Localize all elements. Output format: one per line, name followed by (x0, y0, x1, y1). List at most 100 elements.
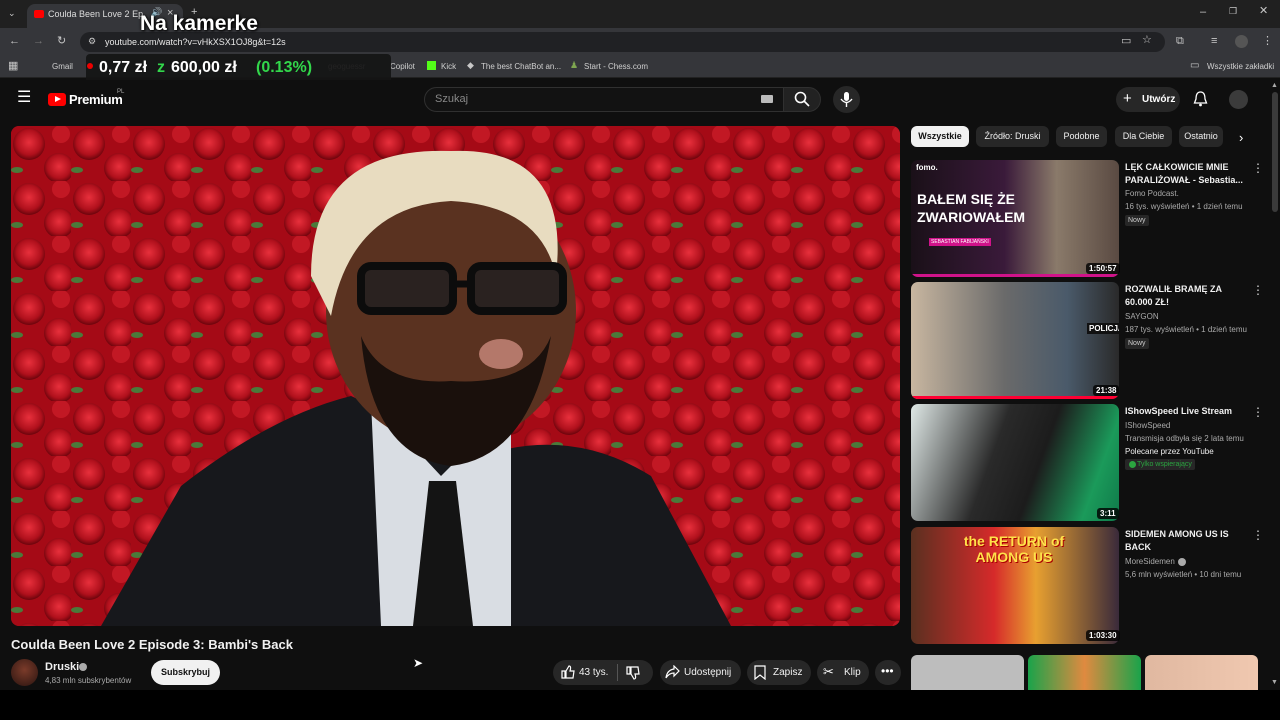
cast-icon[interactable]: ▭ (1121, 36, 1131, 47)
ticker-goal: 600,00 zł (171, 59, 237, 76)
short-thumbnail-3[interactable] (1145, 655, 1258, 690)
verified-badge-icon (79, 663, 87, 671)
rec3-title[interactable]: IShowSpeed Live Stream (1125, 405, 1245, 418)
rec2-channel[interactable]: SAYGON (1125, 312, 1159, 321)
bookmark-kick[interactable]: Kick (441, 62, 456, 71)
rec1-thumb-text: BAŁEM SIĘ ŻE ZWARIOWAŁEM (917, 191, 1026, 225)
chip-related[interactable]: Podobne (1056, 126, 1107, 147)
chess-icon: ♟ (570, 60, 579, 70)
rec3-recommended: Polecane przez YouTube (1125, 447, 1214, 456)
rec4-menu-icon[interactable]: ⋮ (1252, 529, 1264, 541)
short-thumbnail-2[interactable] (1028, 655, 1141, 690)
scroll-down-icon[interactable]: ▼ (1271, 679, 1278, 686)
ticker-percent: (0.13%) (256, 59, 313, 76)
search-icon (794, 91, 810, 107)
ticker-amount: 0,77 zł (99, 59, 148, 76)
rec2-thumb-text: POLICJA (1087, 323, 1119, 334)
chrome-menu-icon[interactable]: ⋮ (1262, 36, 1273, 47)
like-divider (617, 664, 618, 681)
youtube-play-icon (55, 96, 61, 102)
video-player[interactable] (11, 126, 900, 626)
keyboard-icon[interactable] (761, 95, 773, 103)
back-icon[interactable]: ← (9, 36, 20, 47)
window-close-icon[interactable]: ✕ (1259, 6, 1268, 17)
subscribe-button[interactable]: Subskrybuj (151, 660, 220, 685)
scissors-icon: ✂ (823, 664, 834, 679)
bookmark-chess[interactable]: Start - Chess.com (584, 62, 648, 71)
tab-title: Coulda Been Love 2 Episod (48, 9, 143, 19)
chatbot-icon: ◆ (467, 60, 474, 70)
channel-name[interactable]: Druski (45, 661, 79, 673)
like-icon[interactable] (561, 665, 575, 679)
screen-bottom-letterbox (0, 690, 1280, 720)
more-horizontal-icon: ••• (881, 664, 894, 678)
short-thumbnail-1[interactable] (911, 655, 1024, 690)
rec-thumbnail-1[interactable]: fomo. BAŁEM SIĘ ŻE ZWARIOWAŁEM SEBASTIAN… (911, 160, 1119, 277)
forward-icon[interactable]: → (33, 36, 44, 47)
extensions-icon[interactable]: ⧉ (1176, 36, 1184, 47)
tab-search-icon[interactable]: ⌄ (8, 9, 16, 18)
clip-label: Klip (844, 667, 861, 678)
rec2-progress (911, 396, 1119, 399)
rec2-meta: 187 tys. wyświetleń • 1 dzień temu (1125, 325, 1247, 334)
minimize-icon[interactable]: – (1200, 7, 1206, 18)
share-icon (665, 665, 680, 679)
create-label: Utwórz (1142, 94, 1176, 105)
rec-thumbnail-4[interactable]: the RETURN of AMONG US (911, 527, 1119, 644)
chips-next-chevron-icon[interactable]: › (1239, 130, 1243, 145)
rec2-menu-icon[interactable]: ⋮ (1252, 284, 1264, 296)
rec1-channel[interactable]: Fomo Podcast. (1125, 189, 1179, 198)
menu-hamburger-icon[interactable]: ☰ (17, 90, 31, 106)
kick-icon (427, 61, 436, 70)
apps-grid-icon[interactable]: ▦ (8, 61, 18, 72)
reload-icon[interactable]: ↻ (57, 36, 66, 47)
reading-list-icon[interactable]: ≡ (1211, 36, 1217, 47)
restore-icon[interactable]: ❐ (1229, 7, 1237, 16)
bookmark-chatbot[interactable]: The best ChatBot an... (481, 62, 561, 71)
url-text: youtube.com/watch?v=vHkXSX1OJ8g&t=12s (105, 37, 286, 47)
profile-avatar-icon[interactable] (1235, 35, 1248, 48)
notifications-bell-icon[interactable] (1193, 91, 1208, 107)
chip-for-you[interactable]: Dla Ciebie (1115, 126, 1172, 147)
rec1-meta: 16 tys. wyświetleń • 1 dzień temu (1125, 202, 1243, 211)
site-info-icon[interactable]: ⚙ (88, 37, 96, 46)
rec4-title[interactable]: SIDEMEN AMONG US IS BACK (1125, 528, 1245, 554)
chip-source-druski[interactable]: Źródło: Druski (976, 126, 1049, 147)
rec4-verified-icon (1178, 558, 1186, 566)
search-input[interactable] (424, 87, 784, 112)
scrollbar-thumb[interactable] (1272, 92, 1278, 212)
chip-all[interactable]: Wszystkie (911, 126, 969, 147)
channel-avatar[interactable] (11, 659, 38, 686)
chip-recent[interactable]: Ostatnio (1179, 126, 1223, 147)
rec4-channel[interactable]: MoreSidemen (1125, 557, 1175, 566)
save-label: Zapisz (773, 667, 803, 678)
rec-thumbnail-2[interactable]: POLICJA (911, 282, 1119, 399)
scroll-up-icon[interactable]: ▲ (1271, 82, 1278, 89)
live-dot-icon (87, 63, 93, 69)
plus-icon: + (1123, 90, 1132, 107)
rec-thumbnail-3[interactable] (911, 404, 1119, 521)
share-label: Udostępnij (684, 667, 732, 678)
rec1-title[interactable]: LĘK CAŁKOWICIE MNIE PARALIŻOWAŁ - Sebast… (1125, 161, 1245, 187)
rec3-menu-icon[interactable]: ⋮ (1252, 406, 1264, 418)
rec4-duration: 1:03:30 (1086, 630, 1120, 641)
dislike-icon[interactable] (626, 666, 640, 680)
folder-icon: ▭ (1190, 60, 1200, 71)
rec3-meta: Transmisja odbyła się 2 lata temu (1125, 434, 1244, 443)
video-frame (11, 126, 900, 626)
rec1-menu-icon[interactable]: ⋮ (1252, 162, 1264, 174)
search-placeholder: Szukaj (435, 93, 469, 105)
account-avatar[interactable] (1229, 90, 1248, 109)
like-count[interactable]: 43 tys. (579, 667, 608, 678)
rec2-title[interactable]: ROZWALIŁ BRAMĘ ZA 60.000 ZŁ! (1125, 283, 1245, 309)
logo-region: PL (117, 89, 125, 95)
bookmark-copilot[interactable]: Copilot (390, 62, 415, 71)
youtube-logo-text[interactable]: Premium (69, 92, 123, 107)
save-bookmark-icon (754, 665, 766, 680)
bookmark-gmail[interactable]: Gmail (52, 62, 73, 71)
rec3-channel[interactable]: IShowSpeed (1125, 421, 1170, 430)
bookmark-star-icon[interactable]: ☆ (1142, 35, 1152, 46)
all-bookmarks[interactable]: Wszystkie zakładki (1207, 62, 1274, 71)
rec1-new-badge: Nowy (1125, 215, 1149, 226)
rec1-thumb-sub: SEBASTIAN FABIJAŃSKI (929, 238, 991, 246)
